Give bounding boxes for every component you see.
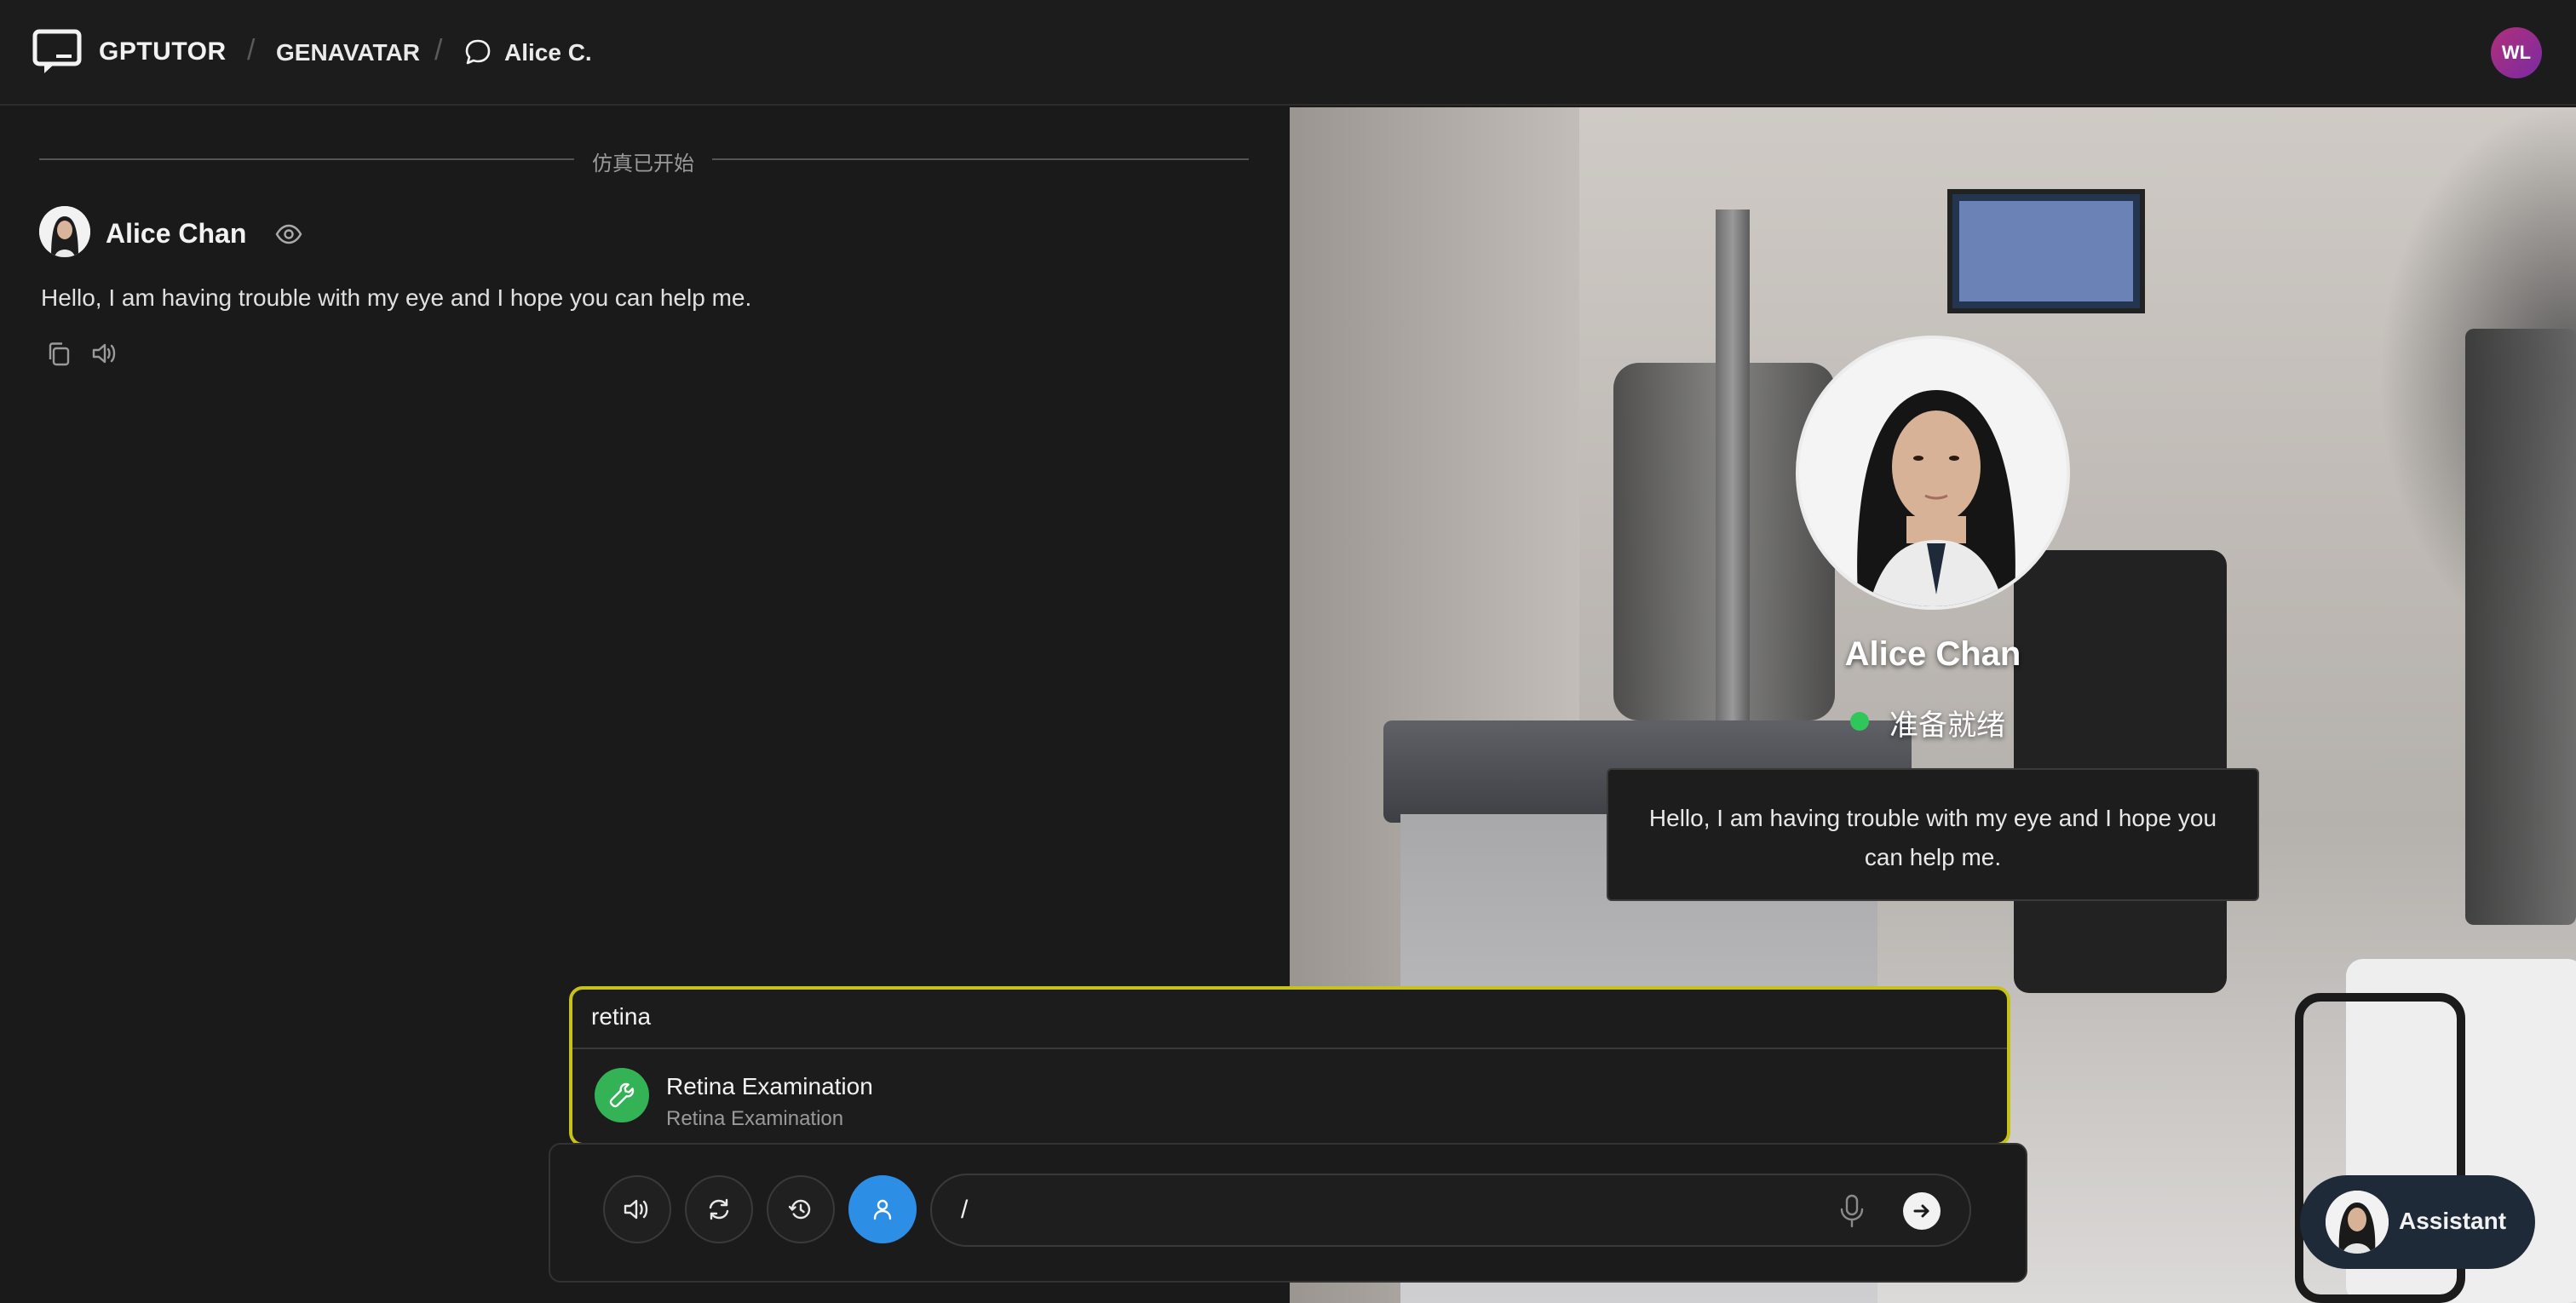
divider-line-left — [39, 158, 574, 160]
top-bar: GPTUTOR / GENAVATAR / Alice C. WL — [0, 0, 2576, 106]
persona-button[interactable] — [848, 1175, 917, 1243]
history-button[interactable] — [767, 1175, 835, 1243]
palette-divider — [572, 1048, 2007, 1049]
message-text: Hello, I am having trouble with my eye a… — [41, 284, 752, 311]
wall-equipment — [2465, 329, 2576, 925]
speaker-button[interactable] — [603, 1175, 671, 1243]
app-logo-icon[interactable] — [32, 29, 82, 75]
patient-avatar-large — [1796, 336, 2070, 610]
message-input-value: / — [961, 1196, 969, 1224]
user-avatar[interactable]: WL — [2491, 27, 2542, 78]
send-button[interactable] — [1903, 1192, 1941, 1230]
message-sender-name: Alice Chan — [106, 218, 247, 249]
command-option-title: Retina Examination — [666, 1073, 873, 1099]
read-aloud-icon[interactable] — [90, 341, 119, 366]
divider-line-right — [712, 158, 1249, 160]
chat-bubble-icon — [465, 39, 491, 65]
message-input[interactable]: / — [930, 1174, 1971, 1247]
avatar-status: 准备就绪 — [1889, 709, 2005, 742]
command-option-subtitle: Retina Examination — [666, 1107, 844, 1130]
breadcrumb-chat[interactable]: Alice C. — [504, 39, 592, 66]
assistant-label: Assistant — [2399, 1208, 2507, 1234]
composer-bar: / — [549, 1143, 2027, 1283]
brand-name[interactable]: GPTUTOR — [99, 37, 227, 66]
eye-chart-monitor — [1947, 189, 2145, 313]
assistant-button[interactable]: Assistant — [2300, 1175, 2535, 1269]
status-dot — [1850, 712, 1869, 731]
breadcrumb-separator: / — [247, 34, 256, 66]
avatar-name: Alice Chan — [1844, 635, 2021, 673]
microphone-icon[interactable] — [1835, 1192, 1869, 1230]
eye-settings-icon[interactable] — [274, 221, 303, 247]
person-icon — [873, 1199, 892, 1220]
refresh-icon — [709, 1198, 729, 1220]
command-palette: retina Retina Examination Retina Examina… — [569, 986, 2010, 1146]
wrench-icon — [595, 1068, 649, 1122]
breadcrumb-separator: / — [434, 34, 443, 66]
copy-icon[interactable] — [46, 341, 72, 368]
arrow-right-icon — [1913, 1204, 1929, 1218]
simulation-started-label: 仿真已开始 — [592, 152, 694, 175]
speaker-icon — [624, 1199, 648, 1220]
patient-avatar-small — [39, 206, 90, 257]
breadcrumb-genavatar[interactable]: GENAVATAR — [276, 39, 420, 66]
assistant-avatar — [2326, 1191, 2389, 1254]
history-icon — [788, 1199, 811, 1220]
speech-bubble: Hello, I am having trouble with my eye a… — [1607, 768, 2259, 901]
refresh-button[interactable] — [685, 1175, 753, 1243]
command-option-retina-examination[interactable]: Retina Examination Retina Examination — [583, 1061, 1997, 1139]
command-search-query[interactable]: retina — [591, 1003, 651, 1030]
device-pole — [1716, 210, 1750, 806]
